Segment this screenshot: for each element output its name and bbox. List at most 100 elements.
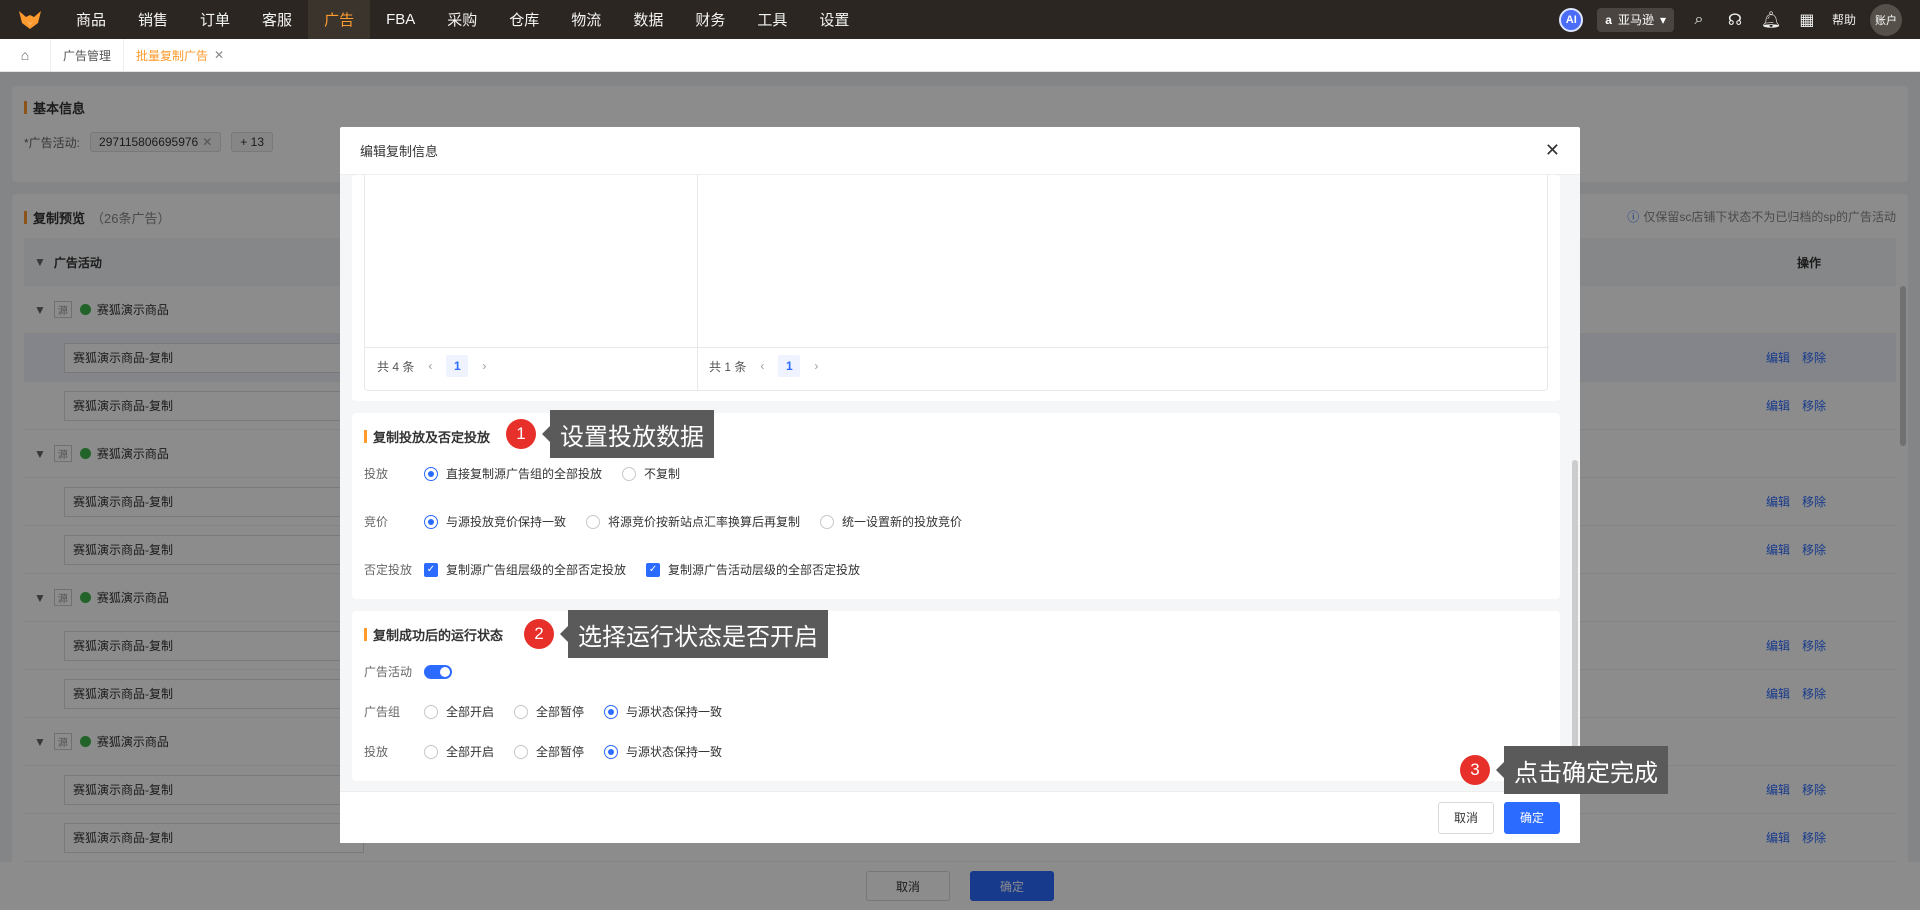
radio-target-same[interactable]: 与源状态保持一致	[604, 743, 722, 760]
campaign-status-toggle[interactable]	[424, 664, 452, 679]
top-navbar: 商品 销售 订单 客服 广告 FBA 采购 仓库 物流 数据 财务 工具 设置 AI a 亚马逊 ▾ ⌕…	[0, 0, 1920, 39]
adgroup-status-row: 广告组 全部开启 全部暂停 与源状态保持一致	[364, 703, 742, 720]
headset-icon[interactable]: ☊	[1724, 10, 1746, 30]
right-pager: 共 1 条 ‹ 1 ›	[709, 355, 818, 377]
radio-label: 全部暂停	[536, 745, 585, 759]
targeting-title: 复制投放及否定投放	[373, 430, 491, 445]
radio-no-copy[interactable]: 不复制	[622, 465, 680, 482]
tab-label: 广告管理	[63, 48, 112, 63]
modal-body: 共 4 条 ‹ 1 › 共 1 条 ‹ 1 › 复制投放及否定投放 投放 直接复…	[340, 175, 1580, 791]
radio-target-all-off[interactable]: 全部暂停	[514, 743, 584, 760]
ad-selection-panel: 共 4 条 ‹ 1 › 共 1 条 ‹ 1 ›	[352, 175, 1560, 401]
nav-item-12[interactable]: 设置	[803, 0, 865, 39]
radio-bid-same[interactable]: 与源投放竞价保持一致	[424, 513, 566, 530]
left-pager: 共 4 条 ‹ 1 ›	[377, 355, 486, 377]
right-pager-total: 共 1 条	[709, 359, 747, 374]
nav-item-8[interactable]: 物流	[555, 0, 617, 39]
nav-item-0[interactable]: 商品	[60, 0, 122, 39]
bell-icon[interactable]: 🔔︎	[1760, 10, 1782, 30]
close-icon[interactable]: ✕	[1545, 140, 1560, 161]
bid-label: 竞价	[364, 515, 389, 529]
target-status-row: 投放 全部开启 全部暂停 与源状态保持一致	[364, 743, 742, 760]
section-title: 复制投放及否定投放	[364, 427, 490, 446]
nav-item-3[interactable]: 客服	[246, 0, 308, 39]
modal-cancel-button[interactable]: 取消	[1438, 801, 1494, 834]
radio-label: 不复制	[644, 467, 681, 481]
radio-label: 与源投放竞价保持一致	[446, 515, 567, 529]
store-label: 亚马逊	[1617, 13, 1654, 27]
modal-ok-button[interactable]: 确定	[1504, 801, 1560, 834]
avatar[interactable]: 账户	[1870, 3, 1902, 36]
modal-title: 编辑复制信息	[360, 144, 439, 159]
nav-item-1[interactable]: 销售	[122, 0, 184, 39]
radio-label: 统一设置新的投放竞价	[842, 515, 963, 529]
campaign-status-label: 广告活动	[364, 665, 413, 679]
radio-bid-convert[interactable]: 将源竞价按新站点汇率换算后再复制	[586, 513, 800, 530]
nav-item-10[interactable]: 财务	[679, 0, 741, 39]
modal-scrollbar[interactable]	[1572, 460, 1578, 760]
adgroup-status-label: 广告组	[364, 705, 401, 719]
checkbox-label: 复制源广告组层级的全部否定投放	[446, 563, 627, 577]
modal-footer: 取消 确定	[340, 791, 1580, 843]
bid-row: 竞价 与源投放竞价保持一致 将源竞价按新站点汇率换算后再复制 统一设置新的投放竞…	[364, 513, 982, 530]
edit-copy-modal: 编辑复制信息 ✕ 共 4 条 ‹ 1 › 共 1 条 ‹ 1 › 复制投放及否定…	[340, 127, 1580, 843]
status-title: 复制成功后的运行状态	[373, 628, 504, 643]
callout-text-2: 选择运行状态是否开启	[560, 610, 828, 658]
search-icon[interactable]: ⌕	[1688, 11, 1710, 29]
radio-adgroup-all-on[interactable]: 全部开启	[424, 703, 494, 720]
amazon-icon: a	[1605, 12, 1612, 27]
nav-item-4[interactable]: 广告	[308, 0, 371, 39]
checkbox-campaign-negatives[interactable]: ✓ 复制源广告活动层级的全部否定投放	[646, 561, 860, 578]
radio-adgroup-all-off[interactable]: 全部暂停	[514, 703, 584, 720]
app-logo[interactable]	[0, 0, 60, 39]
store-selector[interactable]: a 亚马逊 ▾	[1597, 7, 1674, 32]
tab-ad-management[interactable]: 广告管理	[50, 39, 123, 71]
radio-label: 将源竞价按新站点汇率换算后再复制	[608, 515, 801, 529]
next-page-icon[interactable]: ›	[482, 359, 486, 373]
ai-assistant-button[interactable]: AI	[1559, 7, 1584, 32]
nav-item-5[interactable]: FBA	[370, 0, 431, 39]
nav-item-6[interactable]: 采购	[431, 0, 493, 39]
nav-item-11[interactable]: 工具	[741, 0, 803, 39]
callout-badge-1: 1	[506, 419, 536, 449]
left-pager-total: 共 4 条	[377, 359, 415, 374]
radio-copy-all-targets[interactable]: 直接复制源广告组的全部投放	[424, 465, 602, 482]
next-page-icon[interactable]: ›	[814, 359, 818, 373]
callout-text-3: 点击确定完成	[1496, 746, 1668, 794]
target-status-label: 投放	[364, 745, 389, 759]
callout-text-1: 设置投放数据	[542, 410, 714, 458]
campaign-status-row: 广告活动	[364, 663, 452, 680]
radio-label: 全部开启	[446, 745, 495, 759]
nav-item-2[interactable]: 订单	[184, 0, 246, 39]
radio-target-all-on[interactable]: 全部开启	[424, 743, 494, 760]
apps-grid-icon[interactable]: ▦	[1796, 10, 1818, 30]
selection-tables: 共 4 条 ‹ 1 › 共 1 条 ‹ 1 ›	[364, 175, 1549, 391]
prev-page-icon[interactable]: ‹	[760, 359, 764, 373]
targeting-label: 投放	[364, 467, 389, 481]
callout-badge-2: 2	[524, 619, 554, 649]
current-page[interactable]: 1	[446, 355, 469, 377]
radio-label: 直接复制源广告组的全部投放	[446, 467, 603, 481]
home-icon[interactable]: ⌂	[0, 39, 50, 71]
tab-label: 批量复制广告	[136, 48, 209, 63]
radio-bid-new[interactable]: 统一设置新的投放竞价	[820, 513, 962, 530]
negative-label: 否定投放	[364, 563, 413, 577]
section-title: 复制成功后的运行状态	[364, 625, 503, 644]
main-nav: 商品 销售 订单 客服 广告 FBA 采购 仓库 物流 数据 财务 工具 设置	[60, 0, 865, 39]
radio-label: 全部开启	[446, 705, 495, 719]
radio-label: 与源状态保持一致	[626, 745, 723, 759]
tab-bar: ⌂ 广告管理 批量复制广告 ✕	[0, 39, 1920, 72]
nav-item-9[interactable]: 数据	[617, 0, 679, 39]
current-page[interactable]: 1	[778, 355, 801, 377]
radio-adgroup-same[interactable]: 与源状态保持一致	[604, 703, 722, 720]
targeting-row: 投放 直接复制源广告组的全部投放 不复制	[364, 465, 700, 482]
checkbox-adgroup-negatives[interactable]: ✓ 复制源广告组层级的全部否定投放	[424, 561, 626, 578]
radio-label: 与源状态保持一致	[626, 705, 723, 719]
modal-header: 编辑复制信息 ✕	[340, 127, 1580, 175]
checkbox-label: 复制源广告活动层级的全部否定投放	[668, 563, 861, 577]
close-icon[interactable]: ✕	[214, 48, 224, 62]
tab-batch-copy[interactable]: 批量复制广告 ✕	[123, 39, 236, 71]
help-link[interactable]: 帮助	[1832, 11, 1856, 28]
prev-page-icon[interactable]: ‹	[428, 359, 432, 373]
nav-item-7[interactable]: 仓库	[493, 0, 555, 39]
